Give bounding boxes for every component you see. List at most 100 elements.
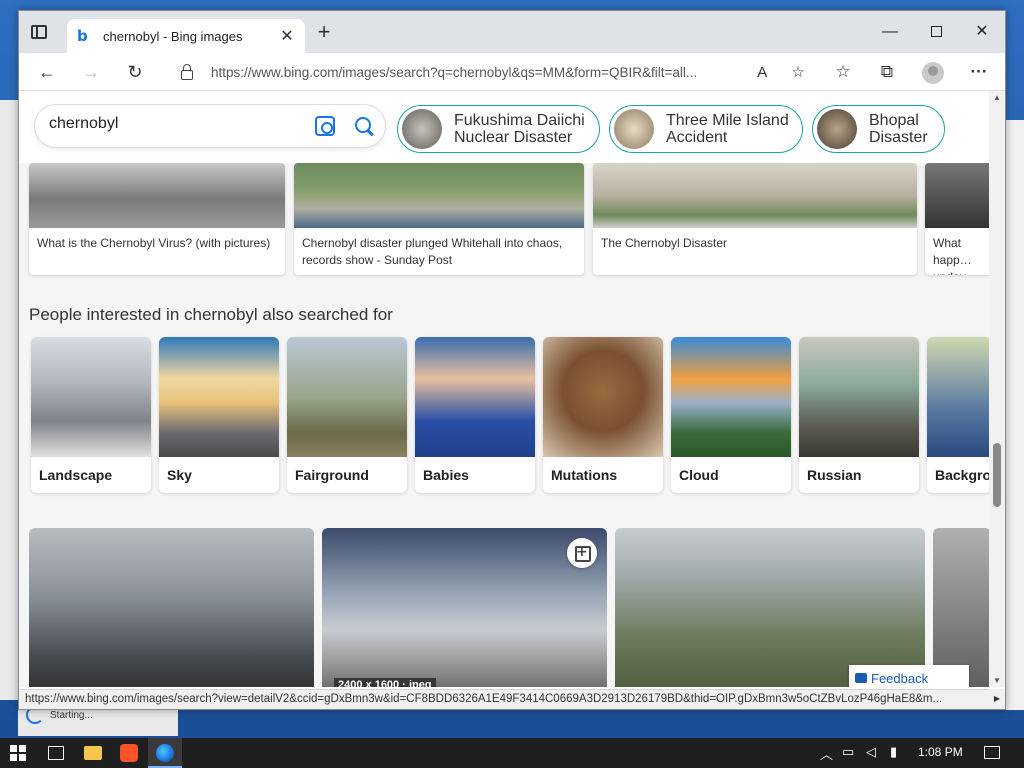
chip-label: Fukushima Daiichi Nuclear Disaster <box>454 112 597 146</box>
chip-label-line1: Bhopal <box>869 112 919 129</box>
tray-chevron-icon[interactable]: ︿ <box>820 744 833 763</box>
status-scroll-right-icon[interactable]: ▶ <box>989 689 1005 709</box>
feedback-icon <box>855 673 867 683</box>
chip-thumbnail <box>817 109 857 149</box>
scroll-down-icon[interactable]: ▼ <box>992 676 1002 685</box>
result-image <box>294 163 584 228</box>
search-box[interactable] <box>35 105 385 147</box>
related-item-background[interactable]: Backgrou… <box>927 337 991 493</box>
chip-label-line1: Fukushima Daiichi <box>454 112 585 129</box>
related-image <box>159 337 279 457</box>
related-image <box>671 337 791 457</box>
result-caption: What is the Chernobyl Virus? (with pictu… <box>37 236 271 250</box>
add-to-collection-icon[interactable] <box>567 538 597 568</box>
chip-label-line2: Disaster <box>869 129 928 146</box>
address-bar[interactable]: https://www.bing.com/images/search?q=che… <box>169 57 809 87</box>
related-item-russian[interactable]: Russian <box>799 337 919 493</box>
browser-tab[interactable]: b chernobyl - Bing images ✕ <box>67 19 305 53</box>
tab-title: chernobyl - Bing images <box>103 28 243 44</box>
notifications-icon[interactable] <box>984 746 1000 759</box>
avatar <box>922 61 944 84</box>
related-chip-bhopal[interactable]: Bhopal Disaster <box>812 105 945 153</box>
result-card[interactable]: The Chernobyl Disaster <box>593 163 917 275</box>
title-bar: b chernobyl - Bing images ✕ + — ✕ <box>19 11 1005 53</box>
more-menu-icon[interactable]: ··· <box>965 59 993 85</box>
related-label: Backgrou… <box>935 467 991 483</box>
status-bar-url: https://www.bing.com/images/search?view=… <box>19 689 991 709</box>
address-url[interactable]: https://www.bing.com/images/search?q=che… <box>211 65 737 80</box>
chip-thumbnail <box>614 109 654 149</box>
favorites-icon[interactable]: ☆ <box>829 59 857 85</box>
result-card[interactable]: What is the Chernobyl Virus? (with pictu… <box>29 163 285 275</box>
related-label: Landscape <box>39 467 113 483</box>
back-button[interactable]: ← <box>33 59 61 85</box>
chip-label-line2: Accident <box>666 129 728 146</box>
bing-favicon-icon: b <box>77 27 88 45</box>
volume-icon[interactable]: ◁ <box>866 744 876 760</box>
forward-button[interactable]: → <box>77 59 105 85</box>
image-result[interactable] <box>29 528 314 687</box>
scroll-thumb[interactable] <box>993 443 1001 507</box>
network-icon[interactable]: ▭ <box>842 744 854 760</box>
related-label: Babies <box>423 467 469 483</box>
browser-window: b chernobyl - Bing images ✕ + — ✕ ← → ↻ … <box>18 10 1006 710</box>
desktop-window-right <box>1006 120 1024 710</box>
related-image <box>415 337 535 457</box>
related-label: Fairground <box>295 467 369 483</box>
chip-thumbnail <box>402 109 442 149</box>
maximize-button[interactable] <box>913 19 959 45</box>
edge-browser-icon[interactable] <box>156 744 174 762</box>
read-aloud-icon[interactable]: A <box>751 64 773 81</box>
tab-close-icon[interactable]: ✕ <box>279 26 295 46</box>
taskbar: ︿ ▭ ◁ ▮ 1:08 PM <box>0 738 1024 768</box>
related-label: Russian <box>807 467 862 483</box>
collections-icon[interactable]: ⧉ <box>873 59 901 85</box>
result-card[interactable]: What happ… upday New… <box>925 163 991 275</box>
scroll-up-icon[interactable]: ▲ <box>992 93 1002 102</box>
related-label: Mutations <box>551 467 618 483</box>
tab-actions-icon[interactable] <box>31 25 47 39</box>
profile-button[interactable] <box>919 59 947 85</box>
visual-search-icon[interactable] <box>315 116 335 136</box>
image-result[interactable]: 2400 x 1600 · jpeg <box>322 528 607 687</box>
feedback-button[interactable]: Feedback <box>849 665 969 687</box>
related-section-title: People interested in chernobyl also sear… <box>29 305 393 324</box>
search-input[interactable] <box>49 115 289 133</box>
page-scrollbar[interactable]: ▲ ▼ <box>989 91 1005 687</box>
related-item-fairground[interactable]: Fairground <box>287 337 407 493</box>
image-result[interactable] <box>615 528 925 687</box>
chip-label-line2: Nuclear Disaster <box>454 129 573 146</box>
result-caption: The Chernobyl Disaster <box>601 236 728 250</box>
related-image <box>31 337 151 457</box>
add-favorite-icon[interactable]: ☆ <box>787 63 809 81</box>
related-label: Cloud <box>679 467 719 483</box>
image-result[interactable] <box>933 528 991 687</box>
result-card[interactable]: Chernobyl disaster plunged Whitehall int… <box>294 163 584 275</box>
result-image <box>593 163 917 228</box>
search-header: Fukushima Daiichi Nuclear Disaster Three… <box>19 91 991 163</box>
image-dimensions: 2400 x 1600 · jpeg <box>334 678 436 687</box>
related-item-cloud[interactable]: Cloud <box>671 337 791 493</box>
related-image <box>927 337 991 457</box>
minimize-button[interactable]: — <box>867 19 913 45</box>
close-window-button[interactable]: ✕ <box>959 19 1005 45</box>
start-button[interactable] <box>10 745 26 761</box>
related-item-babies[interactable]: Babies <box>415 337 535 493</box>
file-explorer-icon[interactable] <box>84 746 102 760</box>
task-view-icon[interactable] <box>48 746 64 760</box>
new-tab-button[interactable]: + <box>313 21 335 43</box>
related-item-sky[interactable]: Sky <box>159 337 279 493</box>
chip-label-line1: Three Mile Island <box>666 112 789 129</box>
microphone-icon[interactable]: ▮ <box>890 744 897 760</box>
related-item-landscape[interactable]: Landscape <box>31 337 151 493</box>
related-label: Sky <box>167 467 192 483</box>
clock[interactable]: 1:08 PM <box>918 745 963 759</box>
search-icon[interactable] <box>353 115 375 137</box>
related-item-mutations[interactable]: Mutations <box>543 337 663 493</box>
brave-browser-icon[interactable] <box>120 744 138 762</box>
reload-button[interactable]: ↻ <box>121 59 149 85</box>
related-chip-fukushima[interactable]: Fukushima Daiichi Nuclear Disaster <box>397 105 600 153</box>
related-image <box>287 337 407 457</box>
related-chip-three-mile-island[interactable]: Three Mile Island Accident <box>609 105 803 153</box>
lock-icon[interactable] <box>181 64 193 80</box>
